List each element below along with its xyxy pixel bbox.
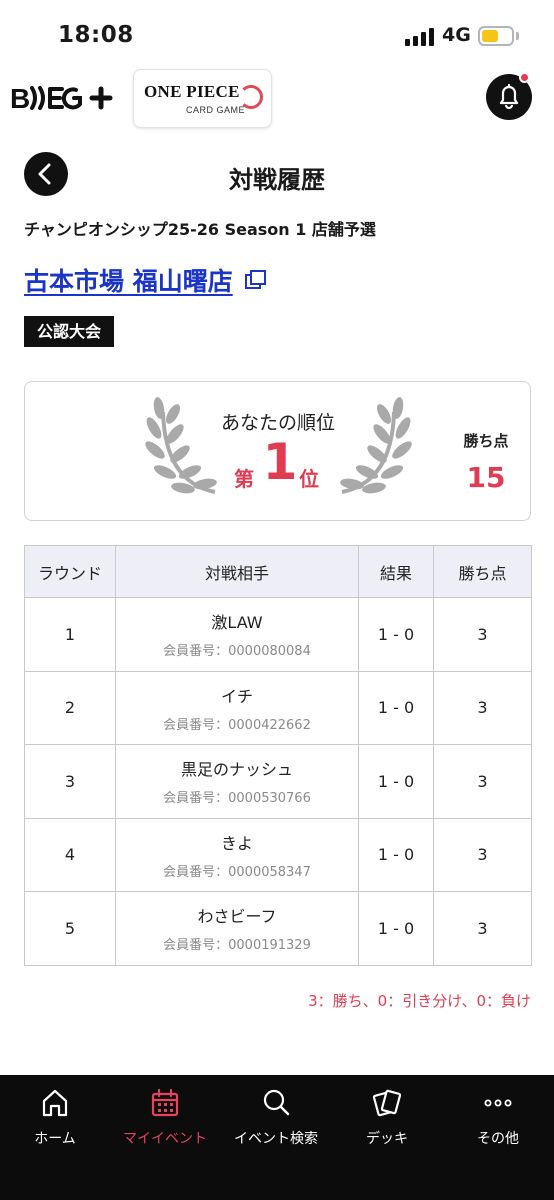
cards-icon — [372, 1089, 402, 1117]
signal-icon — [405, 28, 435, 46]
total-points-value: 15 — [466, 461, 506, 494]
nav-label-home: ホーム — [34, 1131, 76, 1147]
table-row: 5 わさビーフ 会員番号：0000191329 1 - 0 3 — [24, 891, 532, 966]
result-cell: 1 - 0 — [358, 597, 434, 672]
points-cell: 3 — [433, 670, 532, 745]
round-cell: 5 — [24, 891, 116, 966]
result-cell: 1 - 0 — [358, 891, 434, 966]
points-legend-note: 3：勝ち、0：引き分け、0：負け — [308, 992, 531, 1010]
logo-ring-icon — [239, 85, 263, 109]
table-row: 4 きよ 会員番号：0000058347 1 - 0 3 — [24, 817, 532, 892]
nav-item-my-events[interactable]: マイイベント — [110, 1085, 220, 1155]
one-piece-logo-subtitle: CARD GAME — [186, 105, 246, 115]
more-icon — [484, 1099, 512, 1107]
member-id: 会員番号：0000530766 — [163, 791, 311, 807]
opponent-cell: 黒足のナッシュ 会員番号：0000530766 — [115, 744, 359, 819]
member-id: 会員番号：0000058347 — [163, 864, 311, 880]
nav-label-my-events: マイイベント — [123, 1131, 207, 1147]
rank-number: 1 — [262, 433, 298, 491]
table-row: 1 激LAW 会員番号：0000080084 1 - 0 3 — [24, 597, 532, 672]
notification-dot — [519, 72, 530, 83]
opponent-name: わさビーフ — [197, 907, 277, 927]
member-id: 会員番号：0000080084 — [163, 644, 311, 660]
page-title: 対戦履歴 — [229, 166, 325, 194]
opponent-name: 黒足のナッシュ — [180, 760, 293, 780]
rank-prefix: 第 — [234, 467, 254, 491]
nav-item-more[interactable]: その他 — [443, 1085, 553, 1155]
opponent-cell: きよ 会員番号：0000058347 — [115, 817, 359, 892]
column-header-opponent: 対戦相手 — [115, 545, 359, 598]
column-header-result: 結果 — [358, 545, 434, 598]
table-row: 2 イチ 会員番号：0000422662 1 - 0 3 — [24, 670, 532, 745]
opponent-name: 激LAW — [211, 613, 263, 633]
column-header-round: ラウンド — [24, 545, 116, 598]
status-time: 18:08 — [58, 22, 134, 48]
nav-item-home[interactable]: ホーム — [0, 1085, 110, 1155]
battery-icon — [478, 26, 514, 46]
total-points-label: 勝ち点 — [463, 432, 509, 450]
points-cell: 3 — [433, 891, 532, 966]
search-icon — [263, 1089, 290, 1116]
nav-item-event-search[interactable]: イベント検索 — [221, 1085, 331, 1155]
event-name: チャンピオンシップ25-26 Season 1 店舗予選 — [24, 220, 376, 239]
result-cell: 1 - 0 — [358, 670, 434, 745]
one-piece-logo[interactable]: ONE PIECE CARD GAME — [133, 69, 272, 128]
opponent-name: きよ — [220, 833, 253, 853]
rank-suffix: 位 — [299, 467, 319, 491]
external-link-icon[interactable] — [245, 270, 267, 290]
event-type-badge: 公認大会 — [24, 316, 115, 347]
points-cell: 3 — [433, 817, 532, 892]
status-bar: 18:08 4G — [0, 0, 554, 72]
home-icon — [42, 1089, 68, 1117]
round-cell: 4 — [24, 817, 116, 892]
network-type: 4G — [442, 24, 471, 46]
nav-item-deck[interactable]: デッキ — [332, 1085, 442, 1155]
table-header-row: ラウンド 対戦相手 結果 勝ち点 — [24, 545, 532, 598]
round-cell: 1 — [24, 597, 116, 672]
member-id: 会員番号：0000191329 — [163, 938, 311, 954]
round-cell: 3 — [24, 744, 116, 819]
member-id: 会員番号：0000422662 — [163, 717, 311, 733]
calendar-icon — [151, 1088, 179, 1117]
one-piece-logo-title: ONE PIECE — [144, 82, 240, 101]
result-cell: 1 - 0 — [358, 817, 434, 892]
store-link[interactable]: 古本市場 福山曙店 — [24, 262, 233, 298]
opponent-name: イチ — [220, 686, 253, 706]
nav-label-more: その他 — [477, 1131, 519, 1147]
opponent-cell: 激LAW 会員番号：0000080084 — [115, 597, 359, 672]
points-cell: 3 — [433, 597, 532, 672]
opponent-cell: イチ 会員番号：0000422662 — [115, 670, 359, 745]
brand-logo[interactable]: B — [10, 80, 114, 116]
rank-label: あなたの順位 — [220, 412, 335, 434]
table-row: 3 黒足のナッシュ 会員番号：0000530766 1 - 0 3 — [24, 744, 532, 819]
round-cell: 2 — [24, 670, 116, 745]
points-cell: 3 — [433, 744, 532, 819]
opponent-cell: わさビーフ 会員番号：0000191329 — [115, 891, 359, 966]
nav-label-event-search: イベント検索 — [234, 1131, 318, 1147]
match-history-table: ラウンド 対戦相手 結果 勝ち点 1 激LAW 会員番号：0000080084 … — [24, 545, 532, 966]
column-header-points: 勝ち点 — [433, 545, 532, 598]
nav-label-deck: デッキ — [366, 1131, 408, 1147]
svg-text:B: B — [10, 83, 30, 114]
result-cell: 1 - 0 — [358, 744, 434, 819]
